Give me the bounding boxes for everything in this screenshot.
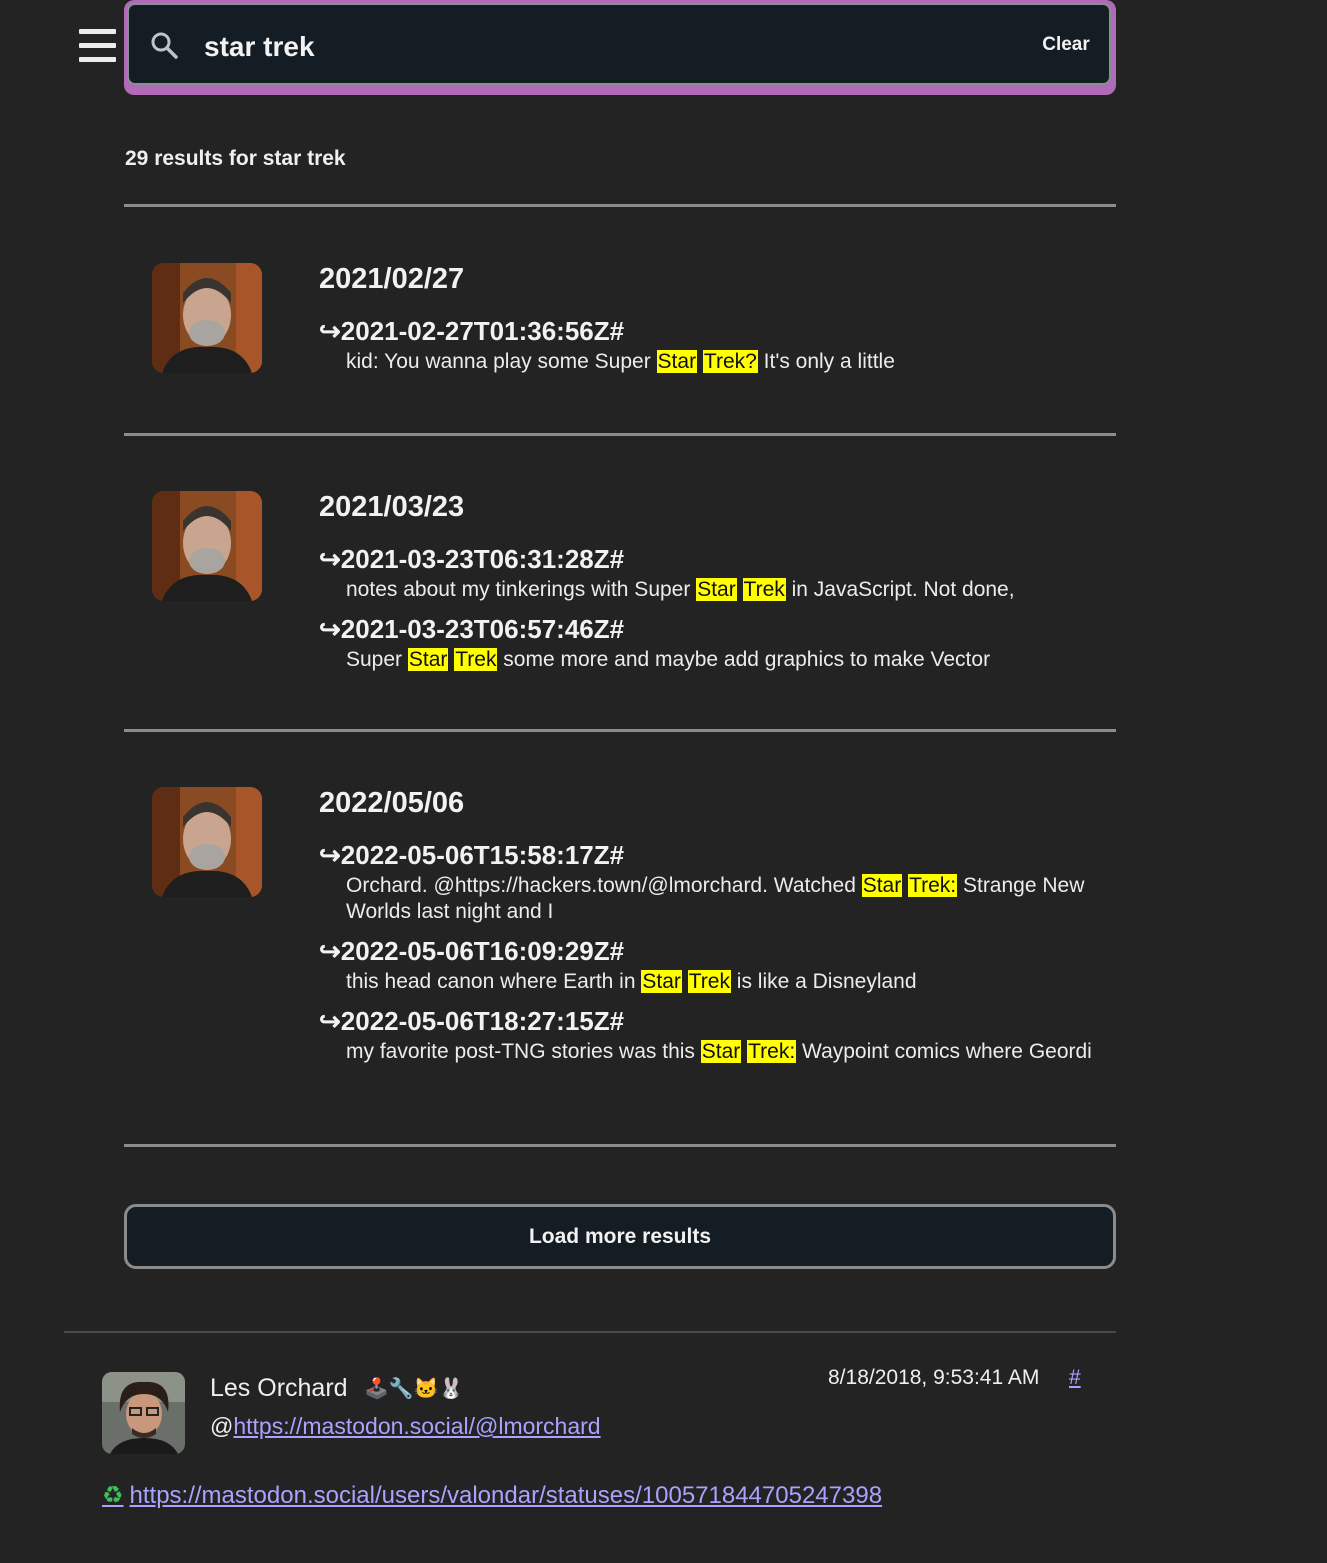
entry-link[interactable]: ↪2022-05-06T15:58:17Z# [319,837,1109,873]
snippet-text: is like a Disneyland [730,970,917,993]
handle-prefix: @ [210,1413,234,1439]
clear-button[interactable]: Clear [1030,34,1102,60]
entry-list: ↪2021-03-23T06:31:28Z# notes about my ti… [319,541,1109,681]
snippet-text: my favorite post-TNG stories was this [346,1040,701,1063]
search-highlight: Trek [454,648,498,671]
menu-icon[interactable] [79,29,116,62]
search-highlight: Trek: [908,874,958,897]
divider [124,729,1116,732]
entry-snippet: Super Star Trek some more and maybe add … [346,647,1109,673]
group-date-link[interactable]: 2021/03/23 [319,491,464,524]
avatar [152,491,262,601]
snippet-text: Orchard. @https://hackers.town/@lmorchar… [346,874,862,897]
author-emoji: 🕹️🔧🐱🐰 [364,1378,464,1400]
snippet-text: some more and maybe add graphics to make… [497,648,991,671]
group-date-link[interactable]: 2022/05/06 [319,787,464,820]
entry-snippet: notes about my tinkerings with Super Sta… [346,577,1109,603]
entry-link[interactable]: ↪2022-05-06T18:27:15Z# [319,1003,1109,1039]
list-item: ↪2022-05-06T18:27:15Z# my favorite post-… [319,1003,1109,1065]
snippet-text: in JavaScript. Not done, [785,578,1015,601]
search-highlight: Star [861,874,903,897]
search-highlight: Trek [687,970,731,993]
snippet-text: It's only a little [757,350,895,373]
divider [124,1144,1116,1147]
divider [124,204,1116,207]
permalink[interactable]: # [1069,1366,1081,1390]
search-icon [151,32,178,59]
entry-link[interactable]: ↪2021-03-23T06:31:28Z# [319,541,1109,577]
entry-link[interactable]: ↪2022-05-06T16:09:29Z# [319,933,1109,969]
search-highlight: Trek: [747,1040,797,1063]
search-highlight: Trek [742,578,786,601]
divider [64,1331,1116,1333]
status-timestamp: 8/18/2018, 9:53:41 AM [828,1366,1040,1389]
list-item: ↪2022-05-06T15:58:17Z# Orchard. @https:/… [319,837,1109,925]
group-date-link[interactable]: 2021/02/27 [319,263,464,296]
entry-snippet: Orchard. @https://hackers.town/@lmorchar… [346,873,1109,925]
avatar [152,787,262,897]
entry-list: ↪2022-05-06T15:58:17Z# Orchard. @https:/… [319,837,1109,1073]
snippet-text [737,578,743,601]
avatar[interactable] [102,1372,185,1454]
search-highlight: Trek? [702,350,758,373]
author-name: Les Orchard [210,1374,348,1402]
load-more-button[interactable]: Load more results [124,1204,1116,1269]
search-highlight: Star [700,1040,742,1063]
list-item: ↪2022-05-06T16:09:29Z# this head canon w… [319,933,1109,995]
snippet-text: this head canon where Earth in [346,970,642,993]
snippet-text: notes about my tinkerings with Super [346,578,697,601]
author-handle: @https://mastodon.social/@lmorchard [210,1413,601,1440]
search-highlight: Star [696,578,737,601]
results-summary: 29 results for star trek [125,147,346,170]
search-highlight: Star [656,350,698,373]
list-item: ↪2021-03-23T06:57:46Z# Super Star Trek s… [319,611,1109,673]
entry-link[interactable]: ↪2021-02-27T01:36:56Z# [319,313,1109,349]
entry-list: ↪2021-02-27T01:36:56Z# kid: You wanna pl… [319,313,1109,383]
entry-link[interactable]: ↪2021-03-23T06:57:46Z# [319,611,1109,647]
snippet-text: Super [346,648,408,671]
list-item: ↪2021-03-23T06:31:28Z# notes about my ti… [319,541,1109,603]
search-highlight: Star [407,648,449,671]
author-profile-link[interactable]: https://mastodon.social/@lmorchard [233,1413,600,1439]
divider [124,433,1116,436]
list-item: ↪2021-02-27T01:36:56Z# kid: You wanna pl… [319,313,1109,375]
avatar [152,263,262,373]
entry-snippet: my favorite post-TNG stories was this St… [346,1039,1109,1065]
boost-url: https://mastodon.social/users/valondar/s… [129,1482,883,1509]
entry-snippet: this head canon where Earth in Star Trek… [346,969,1109,995]
boost-link[interactable]: ♻ https://mastodon.social/users/valondar/… [102,1481,882,1510]
snippet-text: Waypoint comics where Geordi [796,1040,1092,1063]
snippet-text: kid: You wanna play some Super [346,350,657,373]
entry-snippet: kid: You wanna play some Super Star Trek… [346,349,1109,375]
recycle-icon: ♻ [102,1482,124,1509]
search-input[interactable] [202,24,986,70]
snippet-text [682,970,688,993]
search-highlight: Star [641,970,682,993]
